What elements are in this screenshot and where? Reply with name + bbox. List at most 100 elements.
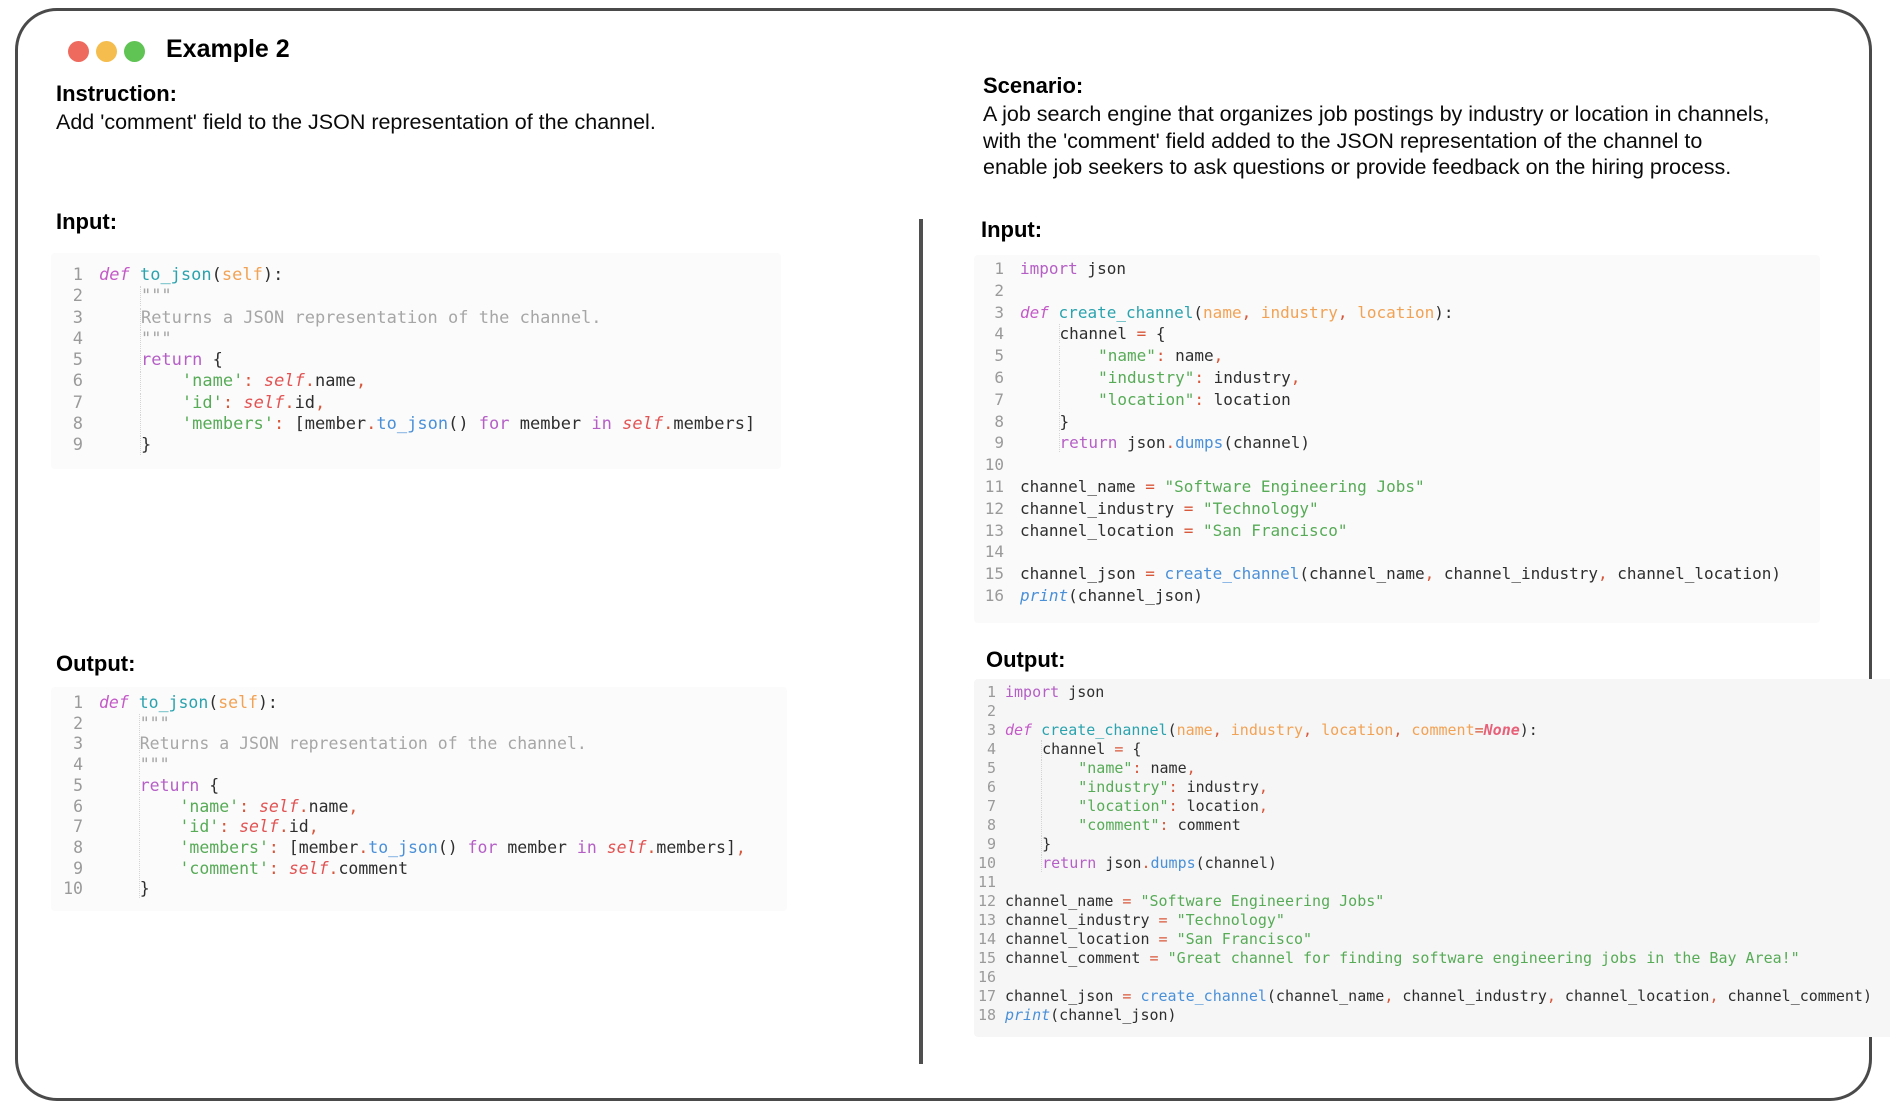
scenario-text: A job search engine that organizes job p… bbox=[983, 102, 1770, 179]
line-number: 17 bbox=[977, 987, 996, 1005]
instruction-label: Instruction: bbox=[56, 81, 177, 106]
code-text: "location": location bbox=[1020, 389, 1291, 411]
line-number: 15 bbox=[984, 564, 1004, 584]
code-line: 7 'id': self.id, bbox=[55, 392, 781, 414]
code-line: 5 return { bbox=[55, 350, 781, 371]
line-number: 14 bbox=[984, 542, 1004, 562]
code-line: 2 bbox=[978, 280, 1820, 302]
line-number: 6 bbox=[73, 796, 83, 816]
code-line: 10 } bbox=[55, 879, 787, 900]
code-text: channel_comment = "Great channel for fin… bbox=[1005, 949, 1800, 967]
code-text: print(channel_json) bbox=[1020, 585, 1204, 605]
code-line: 9 } bbox=[974, 835, 1890, 854]
line-number: 5 bbox=[994, 346, 1004, 366]
code-line: 7 'id': self.id, bbox=[55, 817, 787, 838]
code-text: 'members': [member.to_json() for member … bbox=[99, 837, 746, 859]
code-text: return { bbox=[99, 775, 219, 797]
code-line: 14 bbox=[978, 541, 1820, 563]
line-number: 3 bbox=[72, 307, 83, 328]
line-number: 7 bbox=[986, 797, 996, 815]
code-line: 13 channel_location = "San Francisco" bbox=[978, 520, 1820, 542]
line-number: 1 bbox=[72, 265, 83, 285]
code-line: 6 "industry": industry, bbox=[978, 367, 1820, 389]
code-line: 4 channel = { bbox=[978, 323, 1820, 345]
instruction-text: Add 'comment' field to the JSON represen… bbox=[56, 110, 656, 134]
code-text: "comment": comment bbox=[1005, 816, 1241, 835]
code-text: return json.dumps(channel) bbox=[1020, 432, 1310, 454]
code-line: 11 channel_name = "Software Engineering J… bbox=[978, 476, 1820, 498]
code-text: "name": name, bbox=[1020, 345, 1223, 367]
code-text: def create_channel(name, industry, locat… bbox=[1020, 302, 1454, 322]
line-number: 6 bbox=[72, 371, 83, 392]
line-number: 9 bbox=[72, 435, 83, 456]
code-line: 9 'comment': self.comment bbox=[55, 858, 787, 880]
code-text: channel_name = "Software Engineering Job… bbox=[1005, 892, 1385, 910]
code-line: 8 'members': [member.to_json() for membe… bbox=[55, 837, 787, 859]
code-line: 18 print(channel_json) bbox=[974, 1006, 1890, 1025]
line-number: 18 bbox=[977, 1006, 996, 1024]
code-text: channel_json = create_channel(channel_na… bbox=[1005, 987, 1872, 1005]
code-line: 14 channel_location = "San Francisco" bbox=[974, 930, 1890, 949]
close-window-icon[interactable] bbox=[68, 41, 89, 62]
line-number: 2 bbox=[73, 713, 83, 733]
code-line: 8 } bbox=[978, 411, 1820, 433]
line-number: 3 bbox=[994, 302, 1004, 322]
line-number: 2 bbox=[72, 286, 83, 307]
code-line: 12 channel_industry = "Technology" bbox=[978, 498, 1820, 520]
code-line: 4 """ bbox=[55, 755, 787, 776]
code-line: 10 return json.dumps(channel) bbox=[974, 854, 1890, 873]
line-number: 16 bbox=[984, 585, 1004, 605]
code-text: } bbox=[99, 435, 151, 456]
code-line: 6 'name': self.name, bbox=[55, 371, 781, 392]
column-divider bbox=[919, 219, 923, 1064]
code-line: 3 Returns a JSON representation of the c… bbox=[55, 734, 787, 755]
code-text: def to_json(self): bbox=[99, 265, 284, 285]
line-number: 4 bbox=[73, 755, 83, 775]
left-output-label: Output: bbox=[56, 651, 136, 676]
code-text: "location": location, bbox=[1005, 797, 1268, 816]
line-number: 8 bbox=[986, 816, 996, 834]
code-line: 5 "name": name, bbox=[978, 345, 1820, 367]
code-text: """ bbox=[99, 713, 170, 735]
left-output-code-block: 1 def to_json(self): 2 """ 3 Returns a JSON… bbox=[51, 687, 787, 911]
code-line: 2 """ bbox=[55, 713, 787, 735]
code-line: 12 channel_name = "Software Engineering J… bbox=[974, 892, 1890, 911]
window-title: Example 2 bbox=[166, 35, 290, 63]
code-text: """ bbox=[99, 328, 172, 350]
maximize-window-icon[interactable] bbox=[124, 41, 145, 62]
code-line: 3 def create_channel(name, industry, loca… bbox=[974, 721, 1890, 740]
minimize-window-icon[interactable] bbox=[96, 41, 117, 62]
code-line: 6 "industry": industry, bbox=[974, 778, 1890, 797]
line-number: 12 bbox=[984, 498, 1004, 518]
code-text: 'comment': self.comment bbox=[99, 858, 408, 880]
line-number: 10 bbox=[63, 879, 83, 899]
window-controls bbox=[68, 41, 145, 62]
code-text: import json bbox=[1020, 259, 1126, 278]
line-number: 3 bbox=[986, 721, 996, 739]
code-line: 9 return json.dumps(channel) bbox=[978, 432, 1820, 454]
code-line: 9 } bbox=[55, 435, 781, 456]
code-text: channel_name = "Software Engineering Job… bbox=[1020, 476, 1425, 496]
scenario-label: Scenario: bbox=[983, 73, 1084, 98]
code-line: 5 "name": name, bbox=[974, 759, 1890, 778]
code-line: 1 import json bbox=[978, 258, 1820, 280]
code-line: 1 import json bbox=[974, 683, 1890, 702]
code-line: 4 """ bbox=[55, 328, 781, 350]
line-number: 15 bbox=[977, 949, 996, 967]
code-line: 6 'name': self.name, bbox=[55, 796, 787, 818]
code-text: "name": name, bbox=[1005, 759, 1196, 778]
line-number: 9 bbox=[994, 433, 1004, 453]
line-number: 4 bbox=[994, 324, 1004, 344]
code-line: 17 channel_json = create_channel(channel_… bbox=[974, 987, 1890, 1006]
code-text: 'members': [member.to_json() for member … bbox=[99, 414, 755, 435]
right-output-code-block: 1 import json 2 3 def create_channel(name, i… bbox=[974, 679, 1890, 1037]
line-number: 7 bbox=[72, 392, 83, 413]
line-number: 8 bbox=[72, 414, 83, 435]
code-text: channel = { bbox=[1005, 740, 1141, 759]
line-number: 7 bbox=[994, 389, 1004, 409]
code-line: 11 bbox=[974, 873, 1890, 892]
code-text: } bbox=[1005, 835, 1051, 854]
code-line: 8 "comment": comment bbox=[974, 816, 1890, 835]
code-line: 13 channel_industry = "Technology" bbox=[974, 911, 1890, 930]
code-text: def create_channel(name, industry, locat… bbox=[1005, 721, 1538, 739]
